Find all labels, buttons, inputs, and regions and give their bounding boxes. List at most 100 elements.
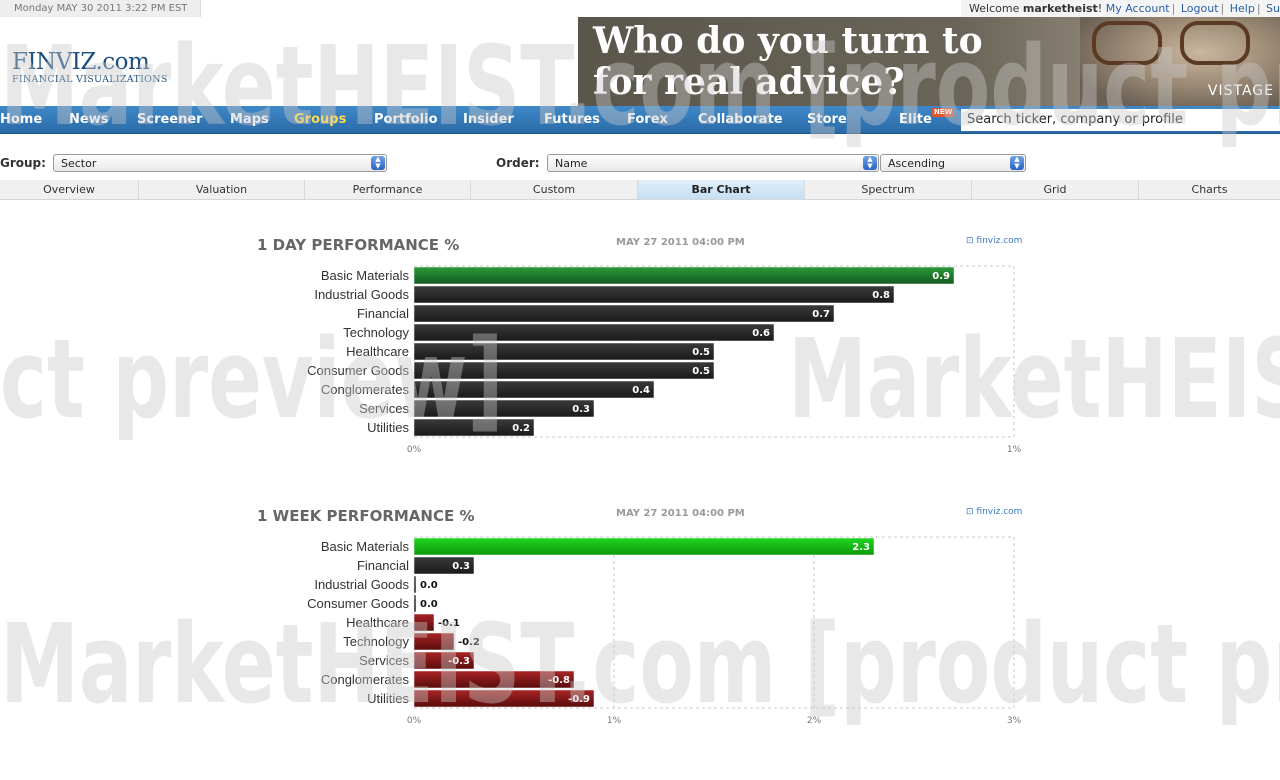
data-label: 0.0 [420,599,438,610]
category-label: Utilities [367,691,409,706]
ad-banner[interactable]: Who do you turn to for real advice? VIST… [578,17,1280,106]
tab-custom[interactable]: Custom [471,180,638,199]
direction-select[interactable]: Ascending ▲ ▼ [880,154,1026,172]
subscribe-link[interactable]: Su [1266,2,1280,15]
data-label: 0.2 [512,423,530,434]
data-label: 0.4 [632,385,650,396]
data-label: -0.8 [548,675,570,686]
x-tick-label: 3% [1007,716,1022,726]
nav-futures[interactable]: Futures [544,106,600,133]
search-input[interactable]: Search ticker, company or profile [961,109,1280,131]
category-label: Healthcare [346,344,409,359]
bar [413,689,595,708]
nav-store[interactable]: Store [807,106,847,133]
nav-news[interactable]: News [69,106,108,133]
nav-collaborate[interactable]: Collaborate [698,106,783,133]
date-time: Monday MAY 30 2011 3:22 PM EST [0,0,202,17]
data-label: 0.3 [452,561,470,572]
bar [413,537,875,556]
tab-charts[interactable]: Charts [1139,180,1280,199]
x-tick-label: 0% [407,716,422,726]
bar [413,266,955,285]
category-label: Financial [357,558,409,573]
tab-grid[interactable]: Grid [972,180,1139,199]
chart-source-link[interactable]: ⊡ finviz.com [966,507,1022,517]
nav-home[interactable]: Home [0,106,42,133]
bar [413,361,715,380]
order-select[interactable]: Name ▲ ▼ [547,154,879,172]
bar [413,594,417,613]
bar [413,342,715,361]
data-label: 2.3 [852,542,870,553]
bar [413,399,595,418]
top-bar: Monday MAY 30 2011 3:22 PM EST Welcome m… [0,0,1280,17]
chart-date: MAY 27 2011 04:00 PM [616,508,745,519]
bar [413,613,435,632]
view-tabs: Overview Valuation Performance Custom Ba… [0,180,1280,200]
order-label: Order: [496,156,540,170]
group-select[interactable]: Sector ▲ ▼ [53,154,387,172]
nav-insider[interactable]: Insider [463,106,514,133]
data-label: -0.9 [568,694,590,705]
category-label: Conglomerates [321,672,410,687]
nav-groups[interactable]: Groups [294,106,346,133]
ad-brand: VISTAGE [1207,83,1274,99]
welcome-text: Welcome [969,2,1023,15]
data-label: 0.8 [872,290,890,301]
category-label: Services [359,653,409,668]
welcome-suffix: ! [1097,2,1106,15]
group-select-value: Sector [61,157,97,170]
logo-tagline: FINANCIAL VISUALIZATIONS [12,74,168,85]
new-badge: NEW [932,108,955,117]
help-link[interactable]: Help [1230,2,1255,15]
category-label: Healthcare [346,615,409,630]
x-tick-label: 1% [1007,445,1022,455]
category-label: Technology [343,325,409,340]
tab-valuation[interactable]: Valuation [139,180,305,199]
group-controls: Group: Sector ▲ ▼ Order: Name ▲ ▼ Ascendin… [0,151,1280,175]
bar [413,304,835,323]
data-label: -0.3 [448,656,470,667]
data-label: -0.2 [458,637,480,648]
chart-source-link[interactable]: ⊡ finviz.com [966,236,1022,246]
nav-elite[interactable]: Elite [899,106,932,133]
category-label: Consumer Goods [307,363,409,378]
data-label: 0.5 [692,366,710,377]
ad-headline: Who do you turn to for real advice? [593,20,983,103]
category-label: Basic Materials [321,539,410,554]
tab-spectrum[interactable]: Spectrum [805,180,972,199]
data-label: 0.3 [572,404,590,415]
category-label: Technology [343,634,409,649]
category-label: Conglomerates [321,382,410,397]
bar [413,285,895,304]
category-label: Financial [357,306,409,321]
bar-chart-1day: 0% 1% Basic Materials 0.9 Industrial Goods 0.… [307,265,1022,455]
nav-screener[interactable]: Screener [137,106,203,133]
select-arrows-icon: ▲ ▼ [371,156,385,170]
tab-overview[interactable]: Overview [0,180,139,199]
bar [413,575,417,594]
category-label: Industrial Goods [314,577,409,592]
nav-forex[interactable]: Forex [627,106,668,133]
group-label: Group: [0,156,46,170]
finviz-logo[interactable]: FINVIZ.com FINANCIAL VISUALIZATIONS [12,50,168,85]
order-select-value: Name [555,157,588,170]
category-label: Basic Materials [321,268,410,283]
category-label: Consumer Goods [307,596,409,611]
nav-portfolio[interactable]: Portfolio [374,106,438,133]
x-tick-label: 1% [607,716,622,726]
username: marketheist [1022,2,1098,15]
data-label: 0.9 [932,271,950,282]
bar [413,323,775,342]
x-tick-label: 2% [807,716,822,726]
bar [413,380,655,399]
my-account-link[interactable]: My Account [1106,2,1170,15]
tab-performance[interactable]: Performance [305,180,471,199]
logout-link[interactable]: Logout [1181,2,1219,15]
category-label: Industrial Goods [314,287,409,302]
bar [413,632,455,651]
nav-maps[interactable]: Maps [230,106,269,133]
tab-bar-chart[interactable]: Bar Chart [638,180,805,199]
data-label: 0.6 [752,328,770,339]
x-tick-label: 0% [407,445,422,455]
